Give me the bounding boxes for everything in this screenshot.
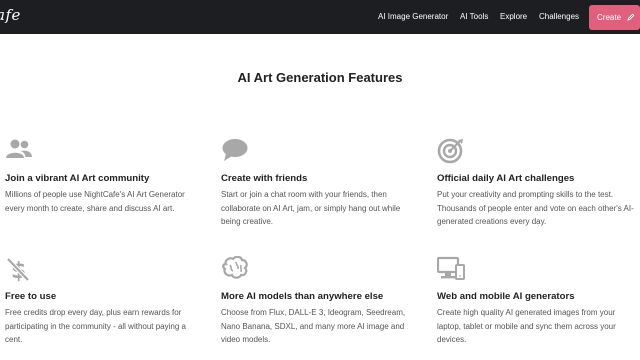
- feature-title: Web and mobile AI generators: [437, 291, 575, 302]
- feature-title: Join a vibrant AI Art community: [5, 173, 150, 184]
- nav-challenges[interactable]: Challenges: [539, 0, 579, 34]
- nav-ai-image-generator[interactable]: AI Image Generator: [378, 0, 448, 34]
- create-button-label: Create: [597, 13, 622, 22]
- create-button[interactable]: Create: [589, 5, 640, 30]
- nightcafe-logo[interactable]: afe: [0, 6, 21, 24]
- feature-description: Millions of people use NightCafe's AI Ar…: [5, 190, 185, 213]
- feature-title: Official daily AI Art challenges: [437, 173, 575, 184]
- chat-bubble-icon: [222, 139, 248, 161]
- feature-description: Choose from Flux, DALL-E 3, Ideogram, Se…: [221, 308, 406, 344]
- feature-title: More AI models than anywhere else: [221, 291, 384, 302]
- brain-icon: [222, 256, 248, 279]
- feature-title: Free to use: [5, 291, 57, 302]
- top-navbar: afe AI Image Generator AI Tools Explore …: [0, 0, 640, 34]
- nav-explore[interactable]: Explore: [500, 0, 527, 34]
- nav-ai-tools[interactable]: AI Tools: [460, 0, 488, 34]
- feature-description: Free credits drop every day, plus earn r…: [5, 308, 186, 344]
- feature-title: Create with friends: [221, 173, 308, 184]
- target-icon: [437, 138, 463, 164]
- users-icon: [6, 139, 32, 158]
- devices-icon: [437, 256, 465, 280]
- no-dollar-icon: $: [6, 257, 30, 282]
- feature-description: Put your creativity and prompting skills…: [437, 190, 634, 226]
- pencil-icon: [627, 13, 635, 21]
- section-heading: AI Art Generation Features: [237, 70, 403, 85]
- feature-description: Create high quality AI generated images …: [437, 308, 616, 344]
- feature-description: Start or join a chat room with your frie…: [221, 190, 401, 226]
